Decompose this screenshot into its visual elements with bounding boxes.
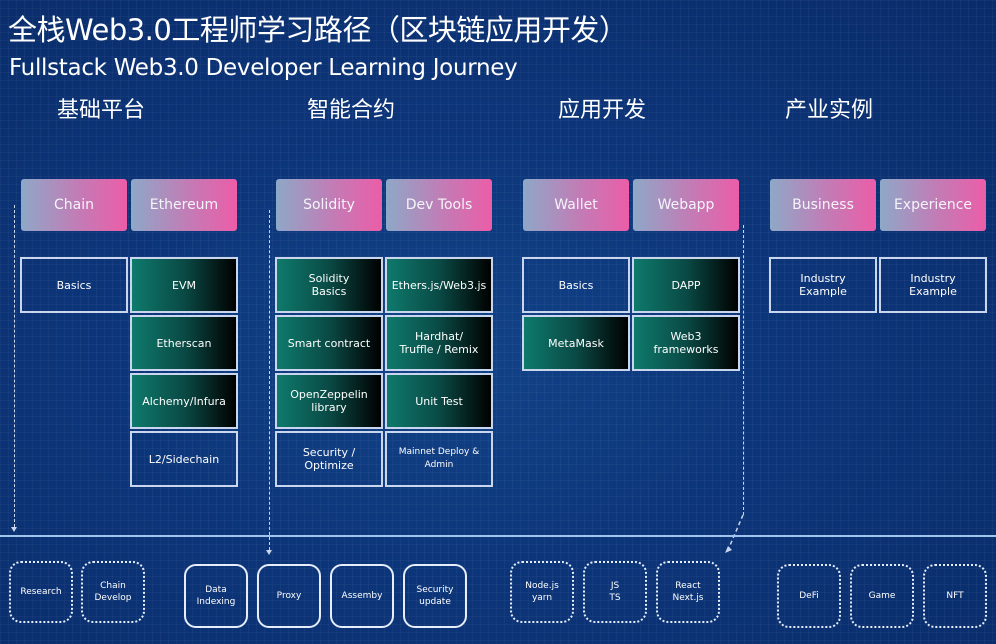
advanced-item: Chain Develop — [81, 561, 145, 623]
advanced-item: React Next.js — [656, 561, 720, 623]
topic-box: Unit Test — [385, 373, 493, 429]
advanced-item: Research — [9, 561, 73, 623]
dashed-connector — [743, 225, 744, 515]
topic-box: Industry Example — [769, 257, 877, 313]
category-platform: 基础平台 — [57, 98, 146, 123]
header-webapp: Webapp — [633, 179, 739, 231]
page-subtitle: Fullstack Web3.0 Developer Learning Jour… — [9, 55, 518, 81]
header-dev-tools: Dev Tools — [386, 179, 492, 231]
category-app-dev: 应用开发 — [558, 98, 647, 123]
header-solidity: Solidity — [276, 179, 382, 231]
topic-box: OpenZeppelin library — [275, 373, 383, 429]
arrow-head-icon — [266, 550, 272, 555]
topic-box: MetaMask — [522, 315, 630, 371]
topic-box: Mainnet Deploy & Admin — [385, 431, 493, 487]
header-experience: Experience — [880, 179, 986, 231]
arrow-head-icon — [725, 546, 732, 553]
advanced-item: Security update — [403, 564, 467, 628]
dashed-connector — [14, 205, 15, 527]
topic-box: Smart contract — [275, 315, 383, 371]
arrow-head-icon — [11, 527, 17, 532]
category-industry: 产业实例 — [785, 98, 874, 123]
advanced-item: DeFi — [777, 564, 841, 628]
header-chain: Chain — [21, 179, 127, 231]
topic-box: Basics — [522, 257, 630, 313]
topic-box: DAPP — [632, 257, 740, 313]
topic-box: Solidity Basics — [275, 257, 383, 313]
topic-box: EVM — [130, 257, 238, 313]
topic-box: Industry Example — [879, 257, 987, 313]
topic-box: L2/Sidechain — [130, 431, 238, 487]
topic-box: Security / Optimize — [275, 431, 383, 487]
page-title: 全栈Web3.0工程师学习路径（区块链应用开发） — [8, 13, 628, 47]
header-ethereum: Ethereum — [131, 179, 237, 231]
topic-box: Ethers.js/Web3.js — [385, 257, 493, 313]
topic-box: Web3 frameworks — [632, 315, 740, 371]
advanced-item: NFT — [923, 564, 987, 628]
advanced-item: Game — [850, 564, 914, 628]
topic-box: Alchemy/Infura — [130, 373, 238, 429]
advanced-item: Node.js yarn — [510, 561, 574, 623]
header-wallet: Wallet — [523, 179, 629, 231]
advanced-item: JS TS — [583, 561, 647, 623]
category-smart-contract: 智能合约 — [307, 98, 396, 123]
dashed-connector — [727, 514, 744, 551]
advanced-item: Assemby — [330, 564, 394, 628]
dashed-connector — [269, 210, 270, 550]
topic-box: Hardhat/ Truffle / Remix — [385, 315, 493, 371]
advanced-item: Data Indexing — [184, 564, 248, 628]
header-business: Business — [770, 179, 876, 231]
topic-box: Basics — [20, 257, 128, 313]
divider-line — [0, 535, 996, 537]
topic-box: Etherscan — [130, 315, 238, 371]
advanced-item: Proxy — [257, 564, 321, 628]
